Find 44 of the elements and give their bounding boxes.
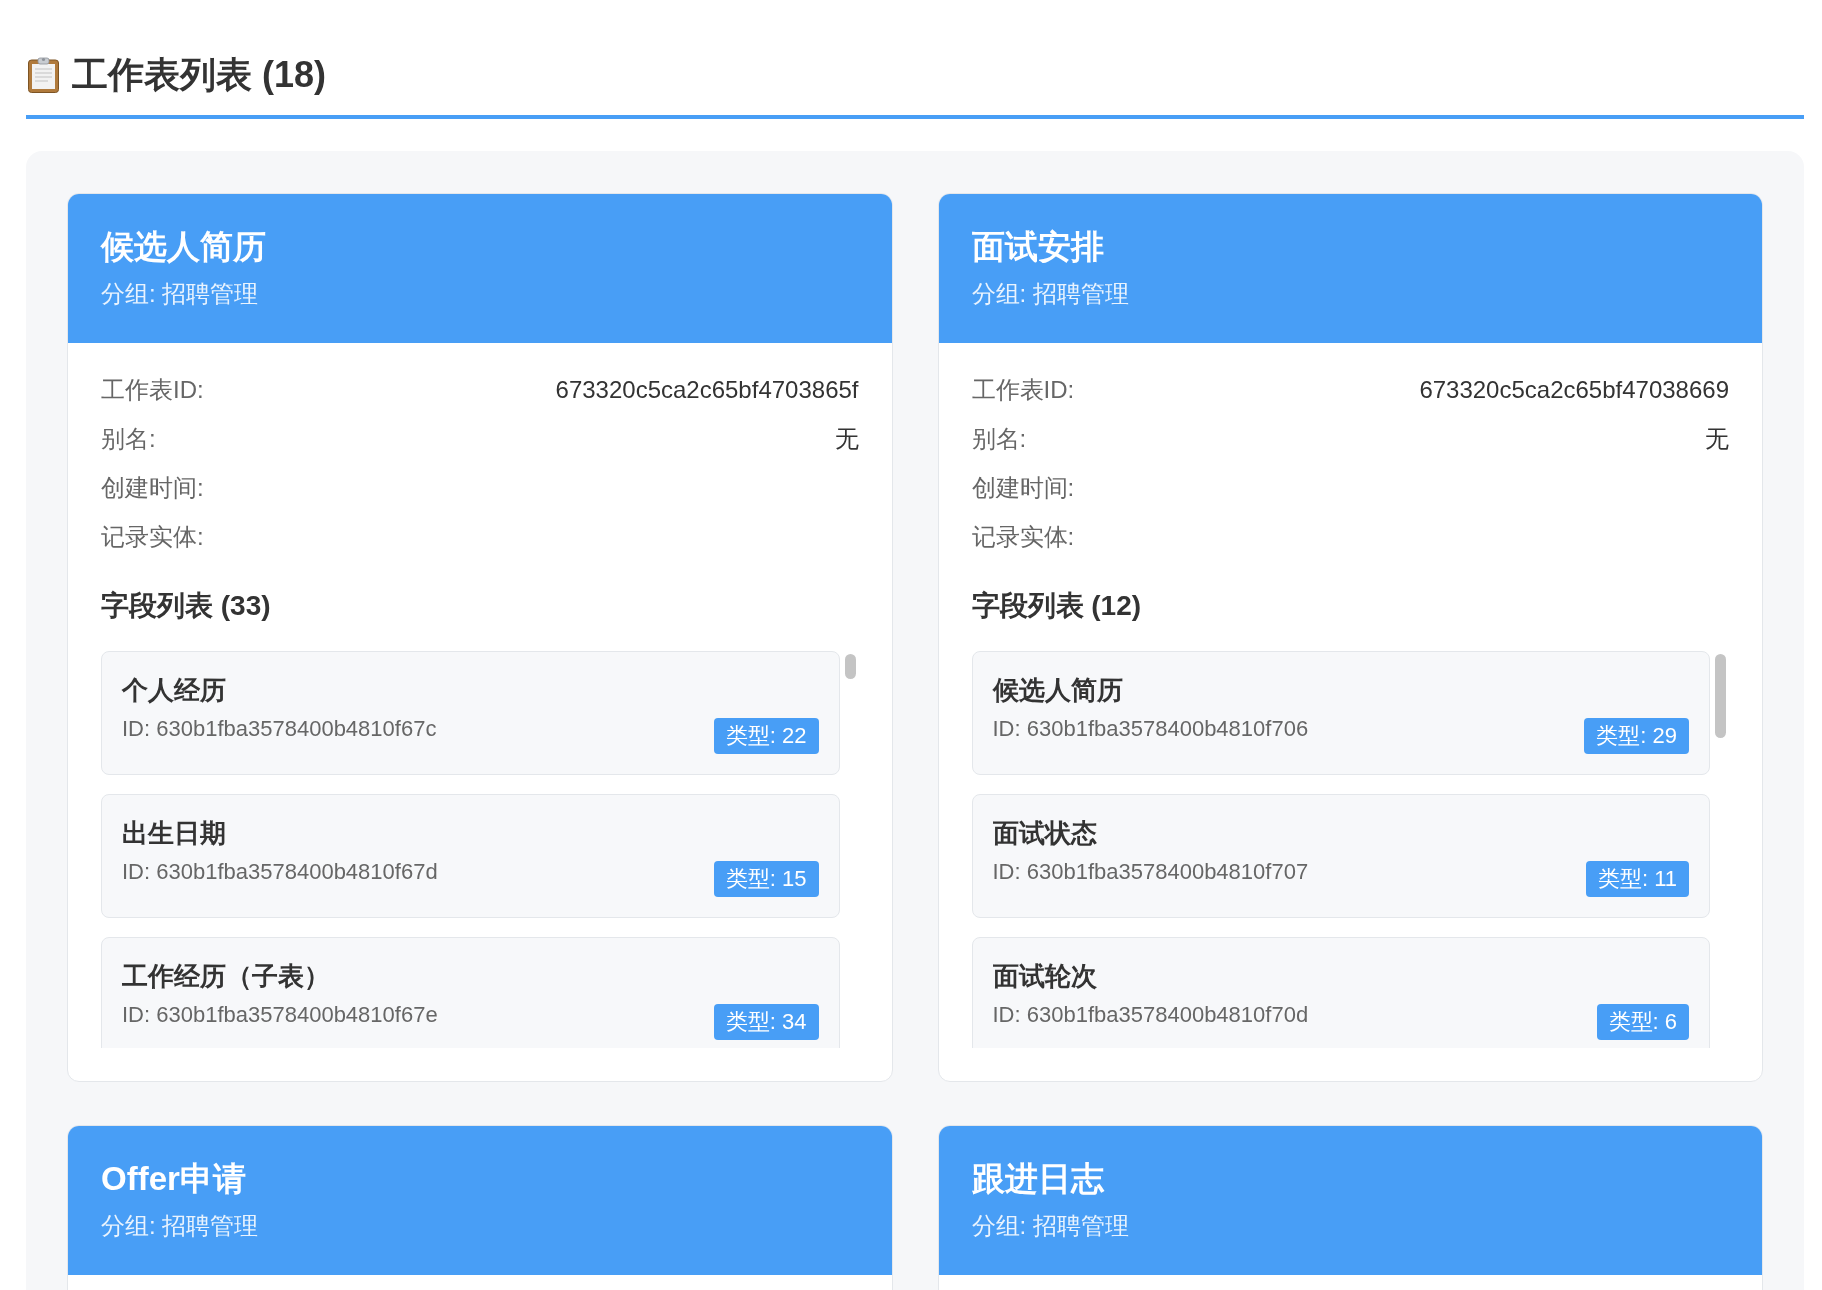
info-value: 673320c5ca2c65bf4703865f [555,375,859,404]
type-tag: 类型: 6 [1596,1004,1689,1040]
card-title: Offer申请 [101,1161,247,1197]
field-name: 面试轮次 [992,960,1098,992]
info-label: 创建时间: [101,472,204,503]
page-title: 工作表列表 (18) [72,53,327,97]
field-name: 面试状态 [992,817,1098,849]
type-tag: 类型: 22 [713,718,819,754]
fields-heading: 字段列表 (12) [971,589,1143,623]
field-id: ID: 630b1fba3578400b4810f67c [122,716,437,742]
info-label: 工作表ID: [971,374,1075,405]
field-id: ID: 630b1fba3578400b4810f707 [992,859,1309,885]
info-label: 创建时间: [971,472,1075,503]
info-value: 673320c5ca2c65bf47038669 [1419,375,1729,404]
scrollbar-thumb[interactable] [844,654,856,679]
card-group: 分组: 招聘管理 [971,280,1729,308]
card-group: 分组: 招聘管理 [971,1212,1729,1240]
card-title: 跟进日志 [971,1161,1105,1197]
info-label: 记录实体: [101,521,204,552]
type-tag: 类型: 11 [1585,861,1689,897]
info-label: 别名: [101,423,156,454]
field-id: ID: 630b1fba3578400b4810f67e [122,1002,438,1028]
type-tag: 类型: 29 [1584,718,1689,754]
field-id: ID: 630b1fba3578400b4810f70d [992,1002,1309,1028]
field-name: 工作经历（子表） [122,960,331,992]
type-tag: 类型: 15 [713,861,819,897]
card-group: 分组: 招聘管理 [101,1212,859,1240]
type-tag: 类型: 34 [713,1004,819,1040]
info-label: 工作表ID: [101,374,204,405]
info-value: 无 [834,423,859,454]
card-group: 分组: 招聘管理 [101,280,859,308]
info-value: 无 [1705,423,1729,454]
fields-heading: 字段列表 (33) [101,589,272,623]
field-name: 候选人简历 [992,674,1124,706]
field-id: ID: 630b1fba3578400b4810f706 [992,716,1309,742]
card-title: 候选人简历 [101,229,267,265]
info-label: 记录实体: [971,521,1075,552]
card-title: 面试安排 [971,229,1105,265]
field-name: 个人经历 [122,674,227,706]
scrollbar-thumb[interactable] [1715,654,1726,738]
clipboard-icon [28,57,59,93]
field-id: ID: 630b1fba3578400b4810f67d [122,859,438,885]
info-label: 别名: [971,423,1027,454]
field-name: 出生日期 [122,817,227,849]
